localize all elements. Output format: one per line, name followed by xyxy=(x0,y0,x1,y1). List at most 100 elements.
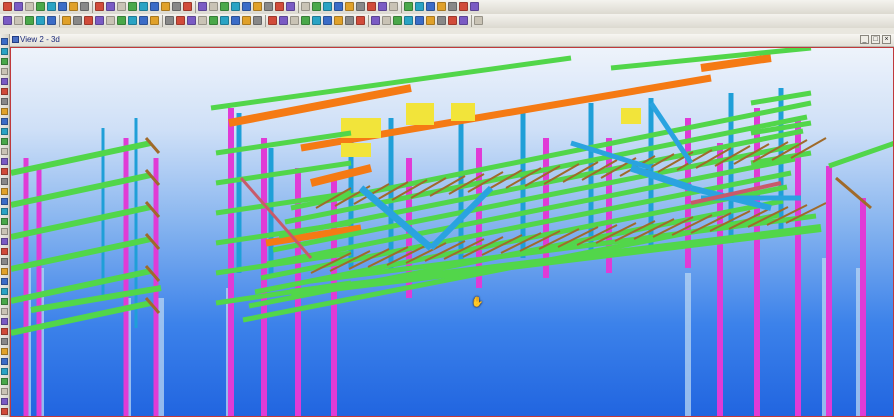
toolbar-tool-icon[interactable] xyxy=(459,2,468,11)
side-tool-icon[interactable] xyxy=(1,78,8,85)
side-tool-icon[interactable] xyxy=(1,88,8,95)
toolbar-tool-icon[interactable] xyxy=(3,2,12,11)
toolbar-tool-icon[interactable] xyxy=(253,2,262,11)
side-tool-icon[interactable] xyxy=(1,118,8,125)
side-tool-icon[interactable] xyxy=(1,308,8,315)
side-tool-icon[interactable] xyxy=(1,398,8,405)
side-tool-icon[interactable] xyxy=(1,208,8,215)
toolbar-tool-icon[interactable] xyxy=(371,16,380,25)
side-tool-icon[interactable] xyxy=(1,178,8,185)
toolbar-tool-icon[interactable] xyxy=(209,2,218,11)
toolbar-tool-icon[interactable] xyxy=(437,2,446,11)
side-tool-icon[interactable] xyxy=(1,48,8,55)
toolbar-tool-icon[interactable] xyxy=(253,16,262,25)
side-tool-icon[interactable] xyxy=(1,198,8,205)
side-tool-icon[interactable] xyxy=(1,288,8,295)
side-tool-icon[interactable] xyxy=(1,268,8,275)
side-tool-icon[interactable] xyxy=(1,248,8,255)
toolbar-tool-icon[interactable] xyxy=(220,2,229,11)
toolbar-tool-icon[interactable] xyxy=(220,16,229,25)
side-tool-icon[interactable] xyxy=(1,278,8,285)
toolbar-tool-icon[interactable] xyxy=(301,2,310,11)
side-tool-icon[interactable] xyxy=(1,408,8,415)
toolbar-tool-icon[interactable] xyxy=(393,16,402,25)
side-tool-icon[interactable] xyxy=(1,348,8,355)
side-tool-icon[interactable] xyxy=(1,318,8,325)
toolbar-tool-icon[interactable] xyxy=(312,2,321,11)
toolbar-tool-icon[interactable] xyxy=(128,16,137,25)
side-tool-icon[interactable] xyxy=(1,128,8,135)
toolbar-tool-icon[interactable] xyxy=(323,16,332,25)
side-tool-icon[interactable] xyxy=(1,188,8,195)
toolbar-tool-icon[interactable] xyxy=(474,16,483,25)
toolbar-tool-icon[interactable] xyxy=(62,16,71,25)
toolbar-tool-icon[interactable] xyxy=(106,2,115,11)
side-tool-icon[interactable] xyxy=(1,98,8,105)
toolbar-tool-icon[interactable] xyxy=(437,16,446,25)
toolbar-tool-icon[interactable] xyxy=(69,2,78,11)
toolbar-tool-icon[interactable] xyxy=(117,2,126,11)
toolbar-tool-icon[interactable] xyxy=(47,16,56,25)
toolbar-tool-icon[interactable] xyxy=(198,2,207,11)
toolbar-tool-icon[interactable] xyxy=(345,16,354,25)
toolbar-tool-icon[interactable] xyxy=(356,16,365,25)
side-tool-icon[interactable] xyxy=(1,238,8,245)
toolbar-tool-icon[interactable] xyxy=(415,2,424,11)
toolbar-tool-icon[interactable] xyxy=(84,16,93,25)
toolbar-tool-icon[interactable] xyxy=(323,2,332,11)
toolbar-tool-icon[interactable] xyxy=(25,16,34,25)
toolbar-tool-icon[interactable] xyxy=(242,2,251,11)
toolbar-tool-icon[interactable] xyxy=(176,16,185,25)
close-button[interactable]: × xyxy=(882,35,891,44)
toolbar-tool-icon[interactable] xyxy=(290,16,299,25)
side-tool-icon[interactable] xyxy=(1,338,8,345)
toolbar-tool-icon[interactable] xyxy=(426,2,435,11)
toolbar-tool-icon[interactable] xyxy=(286,2,295,11)
side-tool-icon[interactable] xyxy=(1,38,8,45)
toolbar-tool-icon[interactable] xyxy=(448,2,457,11)
toolbar-tool-icon[interactable] xyxy=(150,16,159,25)
toolbar-tool-icon[interactable] xyxy=(404,16,413,25)
side-tool-icon[interactable] xyxy=(1,108,8,115)
toolbar-tool-icon[interactable] xyxy=(231,2,240,11)
toolbar-tool-icon[interactable] xyxy=(187,16,196,25)
side-tool-icon[interactable] xyxy=(1,388,8,395)
side-tool-icon[interactable] xyxy=(1,138,8,145)
toolbar-tool-icon[interactable] xyxy=(242,16,251,25)
toolbar-tool-icon[interactable] xyxy=(183,2,192,11)
toolbar-tool-icon[interactable] xyxy=(279,16,288,25)
toolbar-tool-icon[interactable] xyxy=(117,16,126,25)
toolbar-tool-icon[interactable] xyxy=(264,2,273,11)
toolbar-tool-icon[interactable] xyxy=(268,16,277,25)
toolbar-tool-icon[interactable] xyxy=(426,16,435,25)
toolbar-tool-icon[interactable] xyxy=(470,2,479,11)
toolbar-tool-icon[interactable] xyxy=(356,2,365,11)
toolbar-tool-icon[interactable] xyxy=(209,16,218,25)
view-titlebar[interactable]: View 2 - 3d _ □ × xyxy=(10,34,894,47)
toolbar-tool-icon[interactable] xyxy=(139,2,148,11)
toolbar-tool-icon[interactable] xyxy=(415,16,424,25)
toolbar-tool-icon[interactable] xyxy=(139,16,148,25)
toolbar-tool-icon[interactable] xyxy=(345,2,354,11)
side-tool-icon[interactable] xyxy=(1,328,8,335)
toolbar-tool-icon[interactable] xyxy=(161,2,170,11)
toolbar-tool-icon[interactable] xyxy=(404,2,413,11)
toolbar-tool-icon[interactable] xyxy=(334,16,343,25)
toolbar-tool-icon[interactable] xyxy=(334,2,343,11)
side-tool-icon[interactable] xyxy=(1,58,8,65)
side-tool-icon[interactable] xyxy=(1,358,8,365)
toolbar-tool-icon[interactable] xyxy=(80,2,89,11)
3d-viewport[interactable]: ✋ xyxy=(10,47,894,417)
side-tool-icon[interactable] xyxy=(1,218,8,225)
toolbar-tool-icon[interactable] xyxy=(47,2,56,11)
toolbar-tool-icon[interactable] xyxy=(459,16,468,25)
side-tool-icon[interactable] xyxy=(1,148,8,155)
toolbar-tool-icon[interactable] xyxy=(275,2,284,11)
toolbar-tool-icon[interactable] xyxy=(198,16,207,25)
side-tool-icon[interactable] xyxy=(1,158,8,165)
toolbar-tool-icon[interactable] xyxy=(367,2,376,11)
toolbar-tool-icon[interactable] xyxy=(128,2,137,11)
side-tool-icon[interactable] xyxy=(1,258,8,265)
toolbar-tool-icon[interactable] xyxy=(25,2,34,11)
toolbar-tool-icon[interactable] xyxy=(165,16,174,25)
